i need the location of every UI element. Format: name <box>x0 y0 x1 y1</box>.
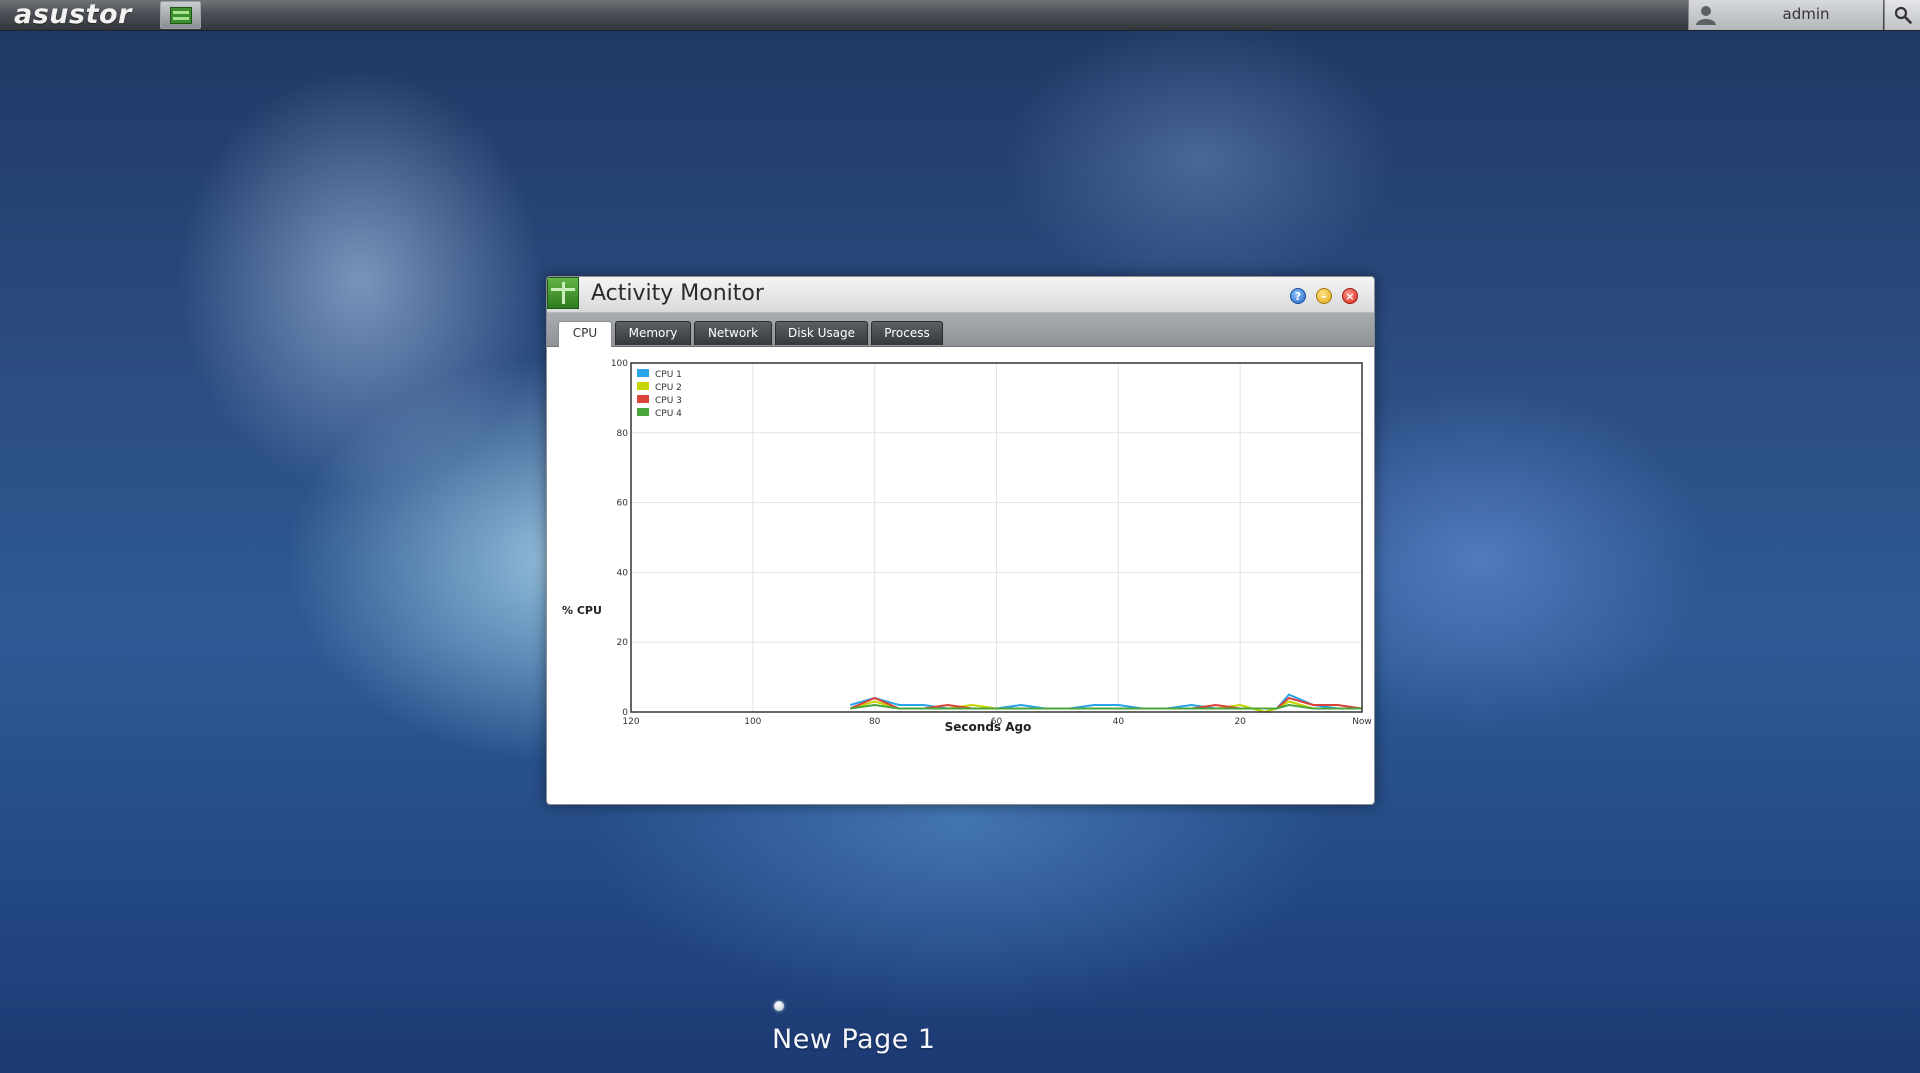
tab-memory[interactable]: Memory <box>615 321 691 345</box>
asustor-logo[interactable]: asustor <box>14 0 132 31</box>
y-tick-label: 100 <box>611 359 628 369</box>
legend-swatch <box>637 369 649 377</box>
taskbar-activity-monitor-button[interactable] <box>160 1 201 29</box>
user-menu[interactable]: admin <box>1688 0 1883 30</box>
tab-process[interactable]: Process <box>871 321 943 345</box>
user-icon <box>1696 6 1716 25</box>
y-axis-label: % CPU <box>562 604 602 617</box>
tab-cpu[interactable]: CPU <box>558 321 612 347</box>
y-tick-label: 20 <box>617 638 629 648</box>
legend-swatch <box>637 408 649 416</box>
activity-monitor-icon <box>170 7 192 24</box>
x-tick-label: 80 <box>869 717 881 727</box>
taskbar: asustor admin <box>0 0 1920 31</box>
y-tick-label: 80 <box>617 429 629 439</box>
minimize-icon[interactable]: – <box>1316 288 1332 304</box>
activity-monitor-window: Activity Monitor ? – × CPU Memory Networ… <box>546 276 1375 805</box>
activity-monitor-icon <box>547 277 579 309</box>
tab-bar: CPU Memory Network Disk Usage Process <box>547 313 1374 347</box>
help-icon[interactable]: ? <box>1290 288 1306 304</box>
search-button[interactable] <box>1884 0 1920 30</box>
search-icon <box>1894 6 1912 24</box>
x-tick-label: 120 <box>622 717 639 727</box>
legend-swatch <box>637 395 649 403</box>
window-title: Activity Monitor <box>591 281 764 306</box>
desktop-page-label[interactable]: New Page 1 <box>772 1024 936 1055</box>
x-tick-label: 40 <box>1113 717 1125 727</box>
close-icon[interactable]: × <box>1342 288 1358 304</box>
cpu-chart-panel: % CPU 120 100 80 60 40 20 Now 0 20 40 60 80 100 CPU … <box>547 347 1374 804</box>
y-tick-label: 0 <box>622 708 628 718</box>
y-tick-label: 40 <box>617 568 629 578</box>
page-indicator-dot[interactable] <box>774 1001 784 1011</box>
user-name: admin <box>1782 5 1830 23</box>
window-titlebar[interactable]: Activity Monitor ? – × <box>547 277 1374 313</box>
x-tick-label: 20 <box>1234 717 1246 727</box>
tab-network[interactable]: Network <box>694 321 772 345</box>
legend-label: CPU 3 <box>655 396 682 406</box>
legend-swatch <box>637 382 649 390</box>
x-tick-label: Now <box>1352 717 1372 727</box>
legend-label: CPU 2 <box>655 383 682 393</box>
x-axis-label: Seconds Ago <box>945 720 1032 734</box>
y-tick-label: 60 <box>617 499 629 509</box>
legend-label: CPU 4 <box>655 409 682 419</box>
x-tick-label: 100 <box>744 717 761 727</box>
tab-disk-usage[interactable]: Disk Usage <box>775 321 868 345</box>
cpu-usage-chart: 120 100 80 60 40 20 Now020406080100 CPU 1CPU 2… <box>611 359 1372 734</box>
legend-label: CPU 1 <box>655 370 682 380</box>
